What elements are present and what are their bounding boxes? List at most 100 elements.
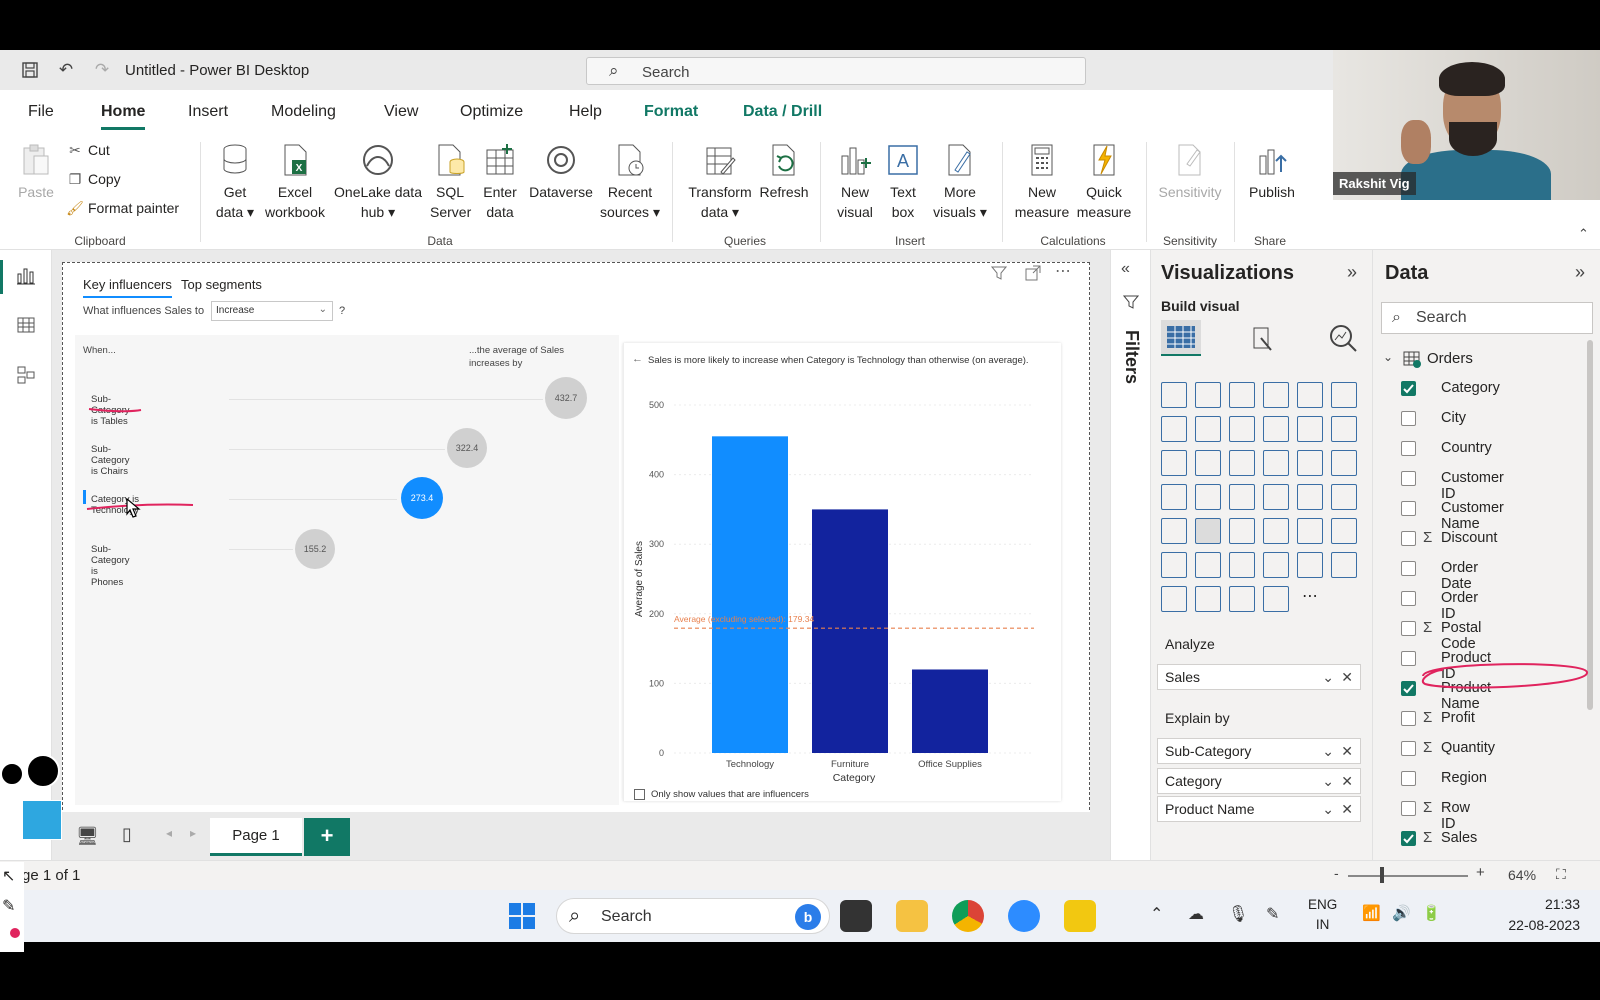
model-view-icon[interactable]: [14, 364, 38, 388]
get-data-button[interactable]: Get data ▾: [212, 142, 258, 222]
field-checkbox[interactable]: [1401, 441, 1416, 456]
visual-type-icon[interactable]: [1161, 518, 1187, 544]
more-visuals-button[interactable]: More visuals ▾: [930, 142, 990, 222]
new-measure-button[interactable]: New measure: [1012, 142, 1072, 222]
more-options-icon[interactable]: ⋯: [1055, 261, 1071, 281]
visual-type-icon[interactable]: [1331, 552, 1357, 578]
field-checkbox[interactable]: [1401, 621, 1416, 636]
tab-top-segments[interactable]: Top segments: [181, 277, 262, 292]
data-search-input[interactable]: ⌕ Search: [1381, 302, 1593, 334]
chevron-down-icon[interactable]: ⌄: [1322, 801, 1334, 818]
influencer-bubble[interactable]: 322.4: [447, 428, 487, 468]
field-checkbox[interactable]: [1401, 741, 1416, 756]
explain-field-well[interactable]: Product Name ⌄ ✕: [1157, 796, 1361, 822]
key-influencers-visual[interactable]: ⋯ Key influencers Top segments What infl…: [62, 262, 1090, 815]
enter-data-button[interactable]: Enter data: [480, 142, 520, 222]
visual-type-icon[interactable]: [1331, 382, 1357, 408]
visual-type-icon[interactable]: [1195, 484, 1221, 510]
close-icon[interactable]: ✕: [1341, 773, 1353, 790]
tab-file[interactable]: File: [28, 103, 54, 121]
visual-type-icon[interactable]: [1297, 416, 1323, 442]
field-checkbox[interactable]: [1401, 801, 1416, 816]
visual-type-icon[interactable]: [1297, 518, 1323, 544]
visual-type-icon[interactable]: [1297, 450, 1323, 476]
field-item[interactable]: City: [1401, 410, 1466, 426]
color-picker-dot[interactable]: [10, 928, 20, 938]
visual-type-icon[interactable]: [1229, 552, 1255, 578]
field-item[interactable]: Country: [1401, 440, 1492, 456]
pen-icon[interactable]: ✎: [1266, 904, 1279, 924]
visual-type-icon[interactable]: [1331, 518, 1357, 544]
visual-type-icon[interactable]: [1331, 484, 1357, 510]
windows-start-icon[interactable]: [508, 902, 536, 935]
collapse-data-pane-icon[interactable]: »: [1575, 262, 1585, 283]
sensitivity-button[interactable]: Sensitivity: [1154, 142, 1226, 202]
tab-insert[interactable]: Insert: [188, 103, 228, 121]
field-checkbox[interactable]: [1401, 381, 1416, 396]
new-visual-button[interactable]: New visual: [832, 142, 878, 222]
cut-button[interactable]: ✂ Cut: [66, 142, 110, 159]
explain-field-well[interactable]: Sub-Category ⌄ ✕: [1157, 738, 1361, 764]
field-checkbox[interactable]: [1401, 711, 1416, 726]
zoom-slider-thumb[interactable]: [1380, 867, 1384, 883]
field-item[interactable]: Σ Row ID: [1401, 799, 1470, 832]
recent-sources-button[interactable]: Recent sources ▾: [600, 142, 660, 222]
taskbar-search-box[interactable]: ⌕ Search b: [556, 898, 830, 934]
tab-optimize[interactable]: Optimize: [460, 103, 523, 121]
chevron-down-icon[interactable]: ⌄: [1322, 743, 1334, 760]
visual-type-icon[interactable]: [1229, 382, 1255, 408]
visual-type-icon[interactable]: [1161, 552, 1187, 578]
visual-type-icon[interactable]: [1297, 552, 1323, 578]
field-checkbox[interactable]: [1401, 561, 1416, 576]
transform-data-button[interactable]: Transform data ▾: [684, 142, 756, 222]
visual-type-icon[interactable]: [1263, 518, 1289, 544]
visual-type-icon[interactable]: [1229, 484, 1255, 510]
format-painter-button[interactable]: 🖌 Format painter: [66, 200, 179, 217]
influencer-bubble[interactable]: 155.2: [295, 529, 335, 569]
analytics-tab[interactable]: [1327, 322, 1359, 359]
zoom-app-icon[interactable]: [1008, 900, 1040, 932]
fit-to-page-icon[interactable]: ⛶: [1556, 866, 1566, 883]
onelake-button[interactable]: OneLake data hub ▾: [332, 142, 424, 222]
visual-type-icon[interactable]: [1195, 552, 1221, 578]
mobile-layout-icon[interactable]: ▯: [122, 824, 132, 845]
publish-button[interactable]: Publish: [1244, 142, 1300, 202]
visual-type-icon[interactable]: [1229, 586, 1255, 612]
system-clock[interactable]: 21:33 22-08-2023: [1484, 894, 1580, 936]
field-item[interactable]: Σ Postal Code: [1401, 619, 1481, 652]
field-item[interactable]: Customer ID: [1401, 470, 1504, 502]
quick-measure-button[interactable]: Quick measure: [1072, 142, 1136, 222]
tab-data-drill[interactable]: Data / Drill: [743, 103, 822, 121]
visual-type-icon[interactable]: [1161, 484, 1187, 510]
focus-mode-icon[interactable]: [1025, 265, 1041, 286]
field-item[interactable]: Σ Quantity: [1401, 739, 1495, 756]
visual-type-icon[interactable]: [1297, 484, 1323, 510]
highlighter-tool-icon[interactable]: [22, 800, 62, 840]
title-search-box[interactable]: ⌕ Search: [586, 57, 1086, 85]
visual-type-icon[interactable]: [1263, 450, 1289, 476]
field-checkbox[interactable]: [1401, 471, 1416, 486]
visual-type-icon[interactable]: [1263, 382, 1289, 408]
drawing-toolbar[interactable]: ↖ ✎: [0, 862, 24, 952]
draw-tool-icon[interactable]: ✎: [2, 896, 15, 916]
refresh-button[interactable]: Refresh: [756, 142, 812, 202]
desktop-layout-icon[interactable]: 🖥: [76, 826, 99, 847]
language-indicator[interactable]: ENG IN: [1308, 895, 1337, 935]
field-item[interactable]: Order ID: [1401, 590, 1478, 622]
dataverse-button[interactable]: Dataverse: [526, 142, 596, 202]
tab-view[interactable]: View: [384, 103, 418, 121]
visual-type-icon[interactable]: [1195, 450, 1221, 476]
visual-type-icon[interactable]: [1263, 416, 1289, 442]
field-checkbox[interactable]: [1401, 681, 1416, 696]
field-item[interactable]: Product ID: [1401, 650, 1491, 682]
tab-format[interactable]: Format: [644, 103, 698, 121]
visual-type-icon[interactable]: [1161, 416, 1187, 442]
visual-type-icon[interactable]: [1297, 382, 1323, 408]
file-explorer-icon[interactable]: [896, 900, 928, 932]
text-box-button[interactable]: A Text box: [882, 142, 924, 222]
analyze-field-well[interactable]: Sales ⌄ ✕: [1157, 664, 1361, 690]
bing-icon[interactable]: b: [795, 904, 821, 930]
orders-table-name[interactable]: Orders: [1427, 350, 1473, 367]
microphone-icon[interactable]: 🎙: [1228, 904, 1248, 924]
close-icon[interactable]: ✕: [1341, 801, 1353, 818]
